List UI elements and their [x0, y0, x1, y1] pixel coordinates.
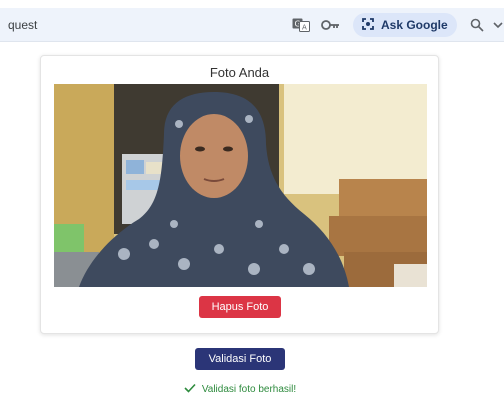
chevron-down-icon[interactable]: [492, 17, 504, 33]
lens-icon: [361, 17, 375, 34]
search-icon[interactable]: [469, 17, 485, 33]
card-title: Foto Anda: [209, 65, 270, 80]
captured-photo: [54, 84, 427, 287]
delete-photo-button[interactable]: Hapus Foto: [199, 296, 281, 318]
success-text: Validasi foto berhasil!: [201, 384, 297, 395]
browser-address-bar: quest G A Ask Google: [0, 8, 504, 42]
translate-icon[interactable]: G A: [292, 17, 310, 33]
svg-text:A: A: [302, 24, 307, 32]
ask-google-label: Ask Google: [381, 18, 448, 32]
success-message: Validasi foto berhasil!: [0, 383, 480, 396]
photo-card: Foto Anda Hapus Foto: [40, 55, 439, 334]
url-text[interactable]: quest: [8, 18, 37, 32]
ask-google-button[interactable]: Ask Google: [353, 13, 457, 37]
check-icon: [184, 383, 196, 396]
password-key-icon[interactable]: [321, 17, 341, 33]
validate-photo-button[interactable]: Validasi Foto: [195, 348, 285, 370]
